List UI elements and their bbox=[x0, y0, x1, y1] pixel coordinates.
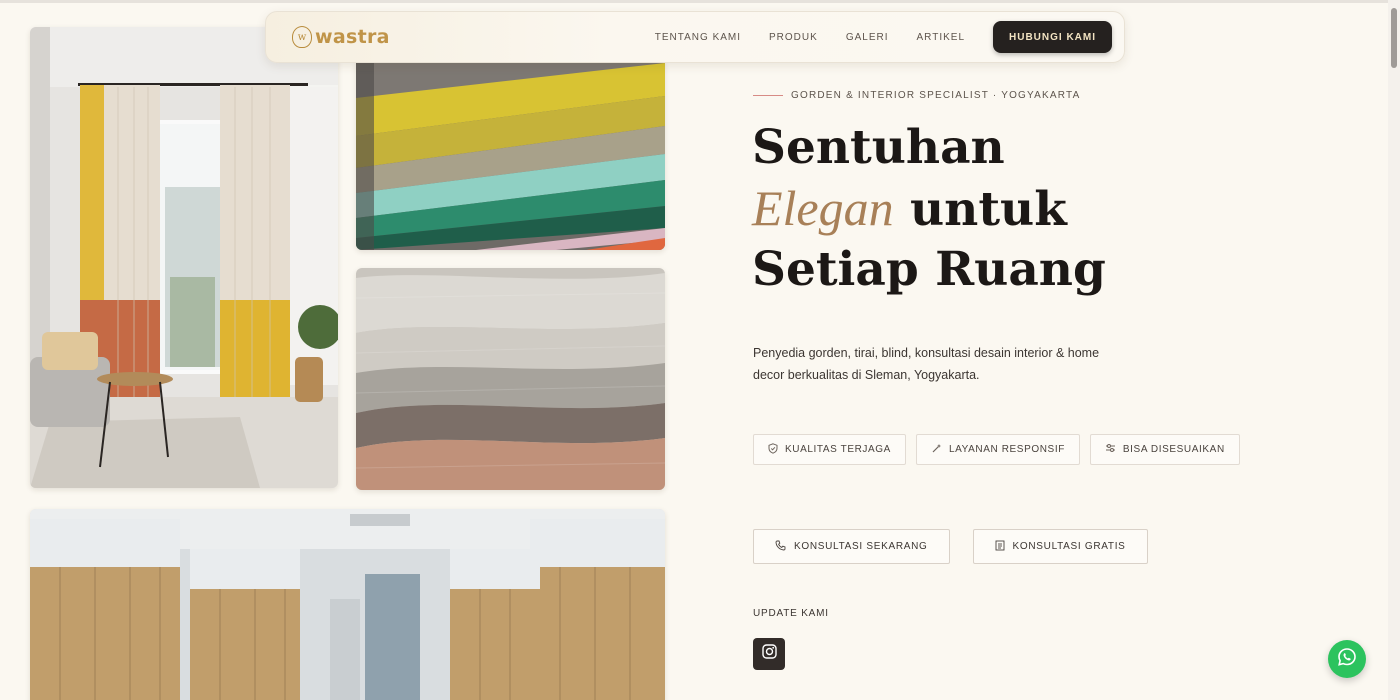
linen-fabric-photo bbox=[356, 268, 665, 490]
feature-badges: KUALITAS TERJAGA LAYANAN RESPONSIF BISA … bbox=[753, 434, 1250, 465]
scrollbar[interactable] bbox=[1388, 0, 1400, 700]
navbar: w wastra TENTANG KAMI PRODUK GALERI ARTI… bbox=[265, 11, 1125, 63]
headline-line-2-rest: untuk bbox=[893, 182, 1067, 237]
eyebrow-divider bbox=[753, 95, 783, 96]
free-consultation-label: KONSULTASI GRATIS bbox=[1012, 541, 1126, 552]
nav-link-galeri[interactable]: GALERI bbox=[846, 32, 889, 43]
fabric-swatches-photo bbox=[356, 58, 665, 250]
instagram-icon bbox=[761, 644, 777, 664]
phone-icon bbox=[775, 540, 786, 554]
consult-now-label: KONSULTASI SEKARANG bbox=[794, 541, 928, 552]
headline-line-1: Sentuhan bbox=[752, 120, 1005, 175]
consult-now-button[interactable]: KONSULTASI SEKARANG bbox=[753, 529, 950, 564]
free-consultation-button[interactable]: KONSULTASI GRATIS bbox=[972, 529, 1148, 564]
eyebrow-text: GORDEN & INTERIOR SPECIALIST · YOGYAKART… bbox=[791, 90, 1081, 101]
hero-description: Penyedia gorden, tirai, blind, konsultas… bbox=[753, 346, 1100, 382]
hero-headline: Sentuhan Elegan untuk Setiap Ruang bbox=[752, 118, 1312, 300]
headline-line-2: Elegan untuk bbox=[752, 178, 1312, 240]
feature-quality: KUALITAS TERJAGA bbox=[753, 434, 906, 465]
contact-button[interactable]: HUBUNGI KAMI bbox=[993, 21, 1112, 53]
feature-quality-label: KUALITAS TERJAGA bbox=[785, 444, 891, 455]
top-border bbox=[0, 0, 1400, 3]
sliders-icon bbox=[1105, 443, 1116, 456]
hospital-curtain-photo bbox=[30, 509, 665, 700]
nav-links: TENTANG KAMI PRODUK GALERI ARTIKEL HUBUN… bbox=[627, 21, 1124, 53]
feature-responsive-label: LAYANAN RESPONSIF bbox=[948, 444, 1065, 455]
headline-line-3: Setiap Ruang bbox=[752, 242, 1106, 297]
shield-icon bbox=[768, 442, 778, 457]
instagram-button[interactable] bbox=[753, 638, 785, 670]
living-room-curtain-photo bbox=[30, 27, 338, 488]
social-heading: UPDATE KAMI bbox=[753, 608, 829, 619]
nav-link-artikel[interactable]: ARTIKEL bbox=[917, 32, 966, 43]
brand-name: wastra bbox=[315, 26, 390, 48]
logo-mark-icon: w bbox=[292, 26, 312, 48]
feature-responsive: LAYANAN RESPONSIF bbox=[915, 434, 1080, 465]
brand-logo[interactable]: w wastra bbox=[292, 26, 390, 48]
feature-customizable: BISA DISESUAIKAN bbox=[1089, 434, 1240, 465]
nav-link-produk[interactable]: PRODUK bbox=[769, 32, 818, 43]
document-icon bbox=[995, 540, 1005, 554]
sparkle-icon bbox=[931, 443, 942, 457]
feature-customizable-label: BISA DISESUAIKAN bbox=[1122, 444, 1225, 455]
headline-accent: Elegan bbox=[752, 180, 894, 236]
scrollbar-thumb[interactable] bbox=[1391, 8, 1397, 68]
cta-group: KONSULTASI SEKARANG KONSULTASI GRATIS bbox=[753, 529, 1171, 564]
whatsapp-button[interactable] bbox=[1328, 640, 1366, 678]
eyebrow: GORDEN & INTERIOR SPECIALIST · YOGYAKART… bbox=[753, 90, 1080, 101]
nav-link-tentang-kami[interactable]: TENTANG KAMI bbox=[655, 32, 741, 43]
whatsapp-icon bbox=[1337, 647, 1357, 672]
